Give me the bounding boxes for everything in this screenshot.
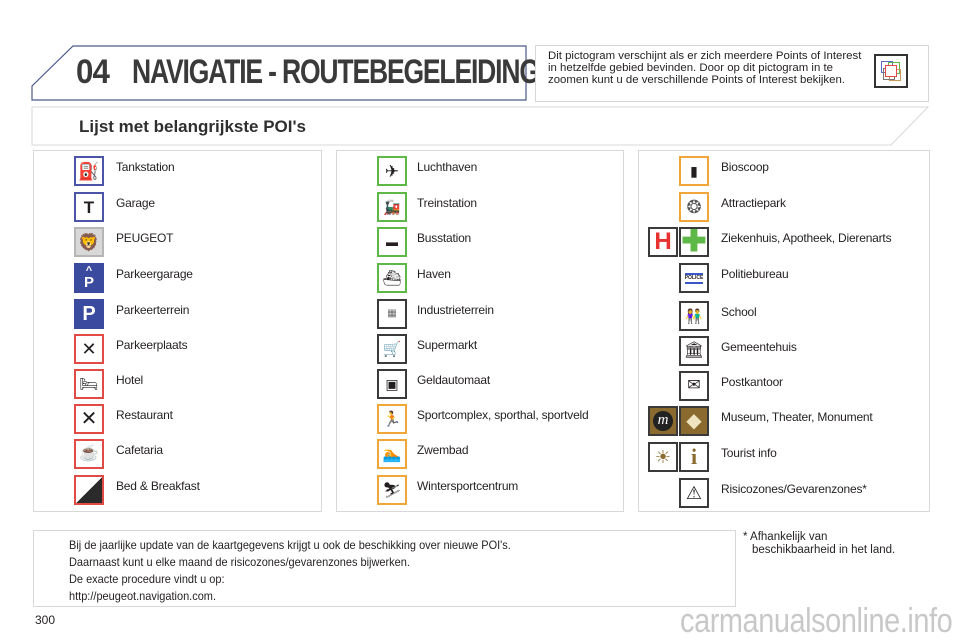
coffee-cup-icon: ☕ — [74, 439, 104, 469]
atm-icon: ▣ — [377, 369, 407, 399]
museum-m-icon: m — [648, 406, 678, 436]
poi-item-attractiepark: ❂ Attractiepark — [639, 192, 929, 226]
industrial-zone-icon: ▦ — [377, 299, 407, 329]
update-info-url: http://peugeot.navigation.com. — [69, 589, 216, 603]
poi-item-bed-breakfast: Bed & Breakfast — [34, 475, 319, 509]
bed-icon: 🛏 — [74, 369, 104, 399]
info-icon: i — [679, 442, 709, 472]
poi-item-tankstation: ⛽ Tankstation — [34, 156, 319, 190]
poi-item-peugeot: 🦁 PEUGEOT — [34, 227, 319, 261]
hospital-h-icon: H — [648, 227, 678, 257]
fork-knife-icon: ✕ — [74, 404, 104, 434]
sport-icon: 🏃 — [377, 404, 407, 434]
poi-item-school: 👫 School — [639, 301, 929, 335]
poi-column-2: ✈ Luchthaven 🚂 Treinstation ▬ Busstation… — [336, 150, 624, 512]
covered-parking-icon: ^ P — [74, 263, 104, 293]
airplane-icon: ✈ — [377, 156, 407, 186]
swimmer-icon: 🏊 — [377, 439, 407, 469]
fuel-pump-icon: ⛽ — [74, 156, 104, 186]
poi-item-parkeergarage: ^ P Parkeergarage — [34, 263, 319, 297]
update-info-line-2: Daarnaast kunt u elke maand de risicozon… — [69, 555, 410, 569]
poi-item-parkeerterrein: P Parkeerterrein — [34, 299, 319, 333]
sun-rays-icon: ☀ — [648, 442, 678, 472]
poi-item-haven: ⛴ Haven — [337, 263, 622, 297]
poi-item-politiebureau: POLICE Politiebureau — [639, 263, 929, 297]
chapter-number: 04 — [76, 53, 110, 91]
update-info-box: Bij de jaarlijke update van de kaartgege… — [33, 530, 736, 607]
footnote-line-2: beschikbaarheid in het land. — [752, 544, 896, 556]
chapter-header: 04 NAVIGATIE - ROUTEBEGELEIDING — [31, 45, 540, 101]
cluster-info-box: Dit pictogram verschijnt als er zich mee… — [535, 45, 929, 102]
pharmacy-cross-icon: ✚ — [679, 227, 709, 257]
poi-item-industrieterrein: ▦ Industrieterrein — [337, 299, 622, 333]
monument-icon: ◆ — [679, 406, 709, 436]
poi-item-gemeentehuis: 🏛 Gemeentehuis — [639, 336, 929, 370]
film-icon: ▮ — [679, 156, 709, 186]
children-icon: 👫 — [679, 301, 709, 331]
poi-item-geldautomaat: ▣ Geldautomaat — [337, 369, 622, 403]
poi-item-supermarkt: 🛒 Supermarkt — [337, 334, 622, 368]
poi-column-1: ⛽ Tankstation T Garage 🦁 PEUGEOT ^ P Park… — [33, 150, 322, 512]
harbour-ship-icon: ⛴ — [377, 263, 407, 293]
section-header: Lijst met belangrijkste POI's — [31, 106, 930, 146]
police-icon: POLICE — [679, 263, 709, 293]
train-icon: 🚂 — [377, 192, 407, 222]
shopping-cart-icon: 🛒 — [377, 334, 407, 364]
poi-item-cafetaria: ☕ Cafetaria — [34, 439, 319, 473]
envelope-icon: ✉ — [679, 371, 709, 401]
bus-icon: ▬ — [377, 227, 407, 257]
ferris-wheel-icon: ❂ — [679, 192, 709, 222]
wrench-icon: T — [74, 192, 104, 222]
poi-item-tourist-info: ☀ i Tourist info — [639, 442, 929, 476]
poi-item-treinstation: 🚂 Treinstation — [337, 192, 622, 226]
chapter-title: NAVIGATIE - ROUTEBEGELEIDING — [132, 53, 540, 91]
poi-item-restaurant: ✕ Restaurant — [34, 404, 319, 438]
rest-area-icon: ✕ — [74, 334, 104, 364]
town-hall-icon: 🏛 — [679, 336, 709, 366]
parking-icon: P — [74, 299, 104, 329]
poi-item-ziekenhuis: H ✚ Ziekenhuis, Apotheek, Dierenarts — [639, 227, 929, 261]
page-number: 300 — [35, 613, 56, 627]
warning-camera-icon: ⚠ — [679, 478, 709, 508]
poi-item-busstation: ▬ Busstation — [337, 227, 622, 261]
poi-item-wintersport: ⛷ Wintersportcentrum — [337, 475, 622, 509]
poi-item-postkantoor: ✉ Postkantoor — [639, 371, 929, 405]
poi-column-3: ▮ Bioscoop ❂ Attractiepark H ✚ Ziekenhui… — [638, 150, 930, 512]
poi-item-garage: T Garage — [34, 192, 319, 226]
poi-item-hotel: 🛏 Hotel — [34, 369, 319, 403]
footnote: * Afhankelijk van beschikbaarheid in het… — [743, 531, 895, 557]
section-title: Lijst met belangrijkste POI's — [79, 117, 307, 136]
skier-icon: ⛷ — [377, 475, 407, 505]
update-info-line-3: De exacte procedure vindt u op: — [69, 572, 225, 586]
cluster-info-text: Dit pictogram verschijnt als er zich mee… — [548, 50, 862, 86]
multiple-poi-cluster-icon — [874, 54, 908, 88]
peugeot-lion-icon: 🦁 — [74, 227, 104, 257]
bed-breakfast-icon — [74, 475, 104, 505]
poi-item-bioscoop: ▮ Bioscoop — [639, 156, 929, 190]
poi-item-parkeerplaats: ✕ Parkeerplaats — [34, 334, 319, 368]
poi-item-risicozones: ⚠ Risicozones/Gevarenzones* — [639, 478, 929, 512]
watermark: carmanualsonline.info — [679, 602, 953, 640]
poi-item-museum: m ◆ Museum, Theater, Monument — [639, 406, 929, 440]
footnote-line-1: * Afhankelijk van — [743, 531, 828, 543]
poi-item-zwembad: 🏊 Zwembad — [337, 439, 622, 473]
poi-item-luchthaven: ✈ Luchthaven — [337, 156, 622, 190]
update-info-line-1: Bij de jaarlijke update van de kaartgege… — [69, 538, 511, 552]
poi-item-sport: 🏃 Sportcomplex, sporthal, sportveld — [337, 404, 622, 438]
